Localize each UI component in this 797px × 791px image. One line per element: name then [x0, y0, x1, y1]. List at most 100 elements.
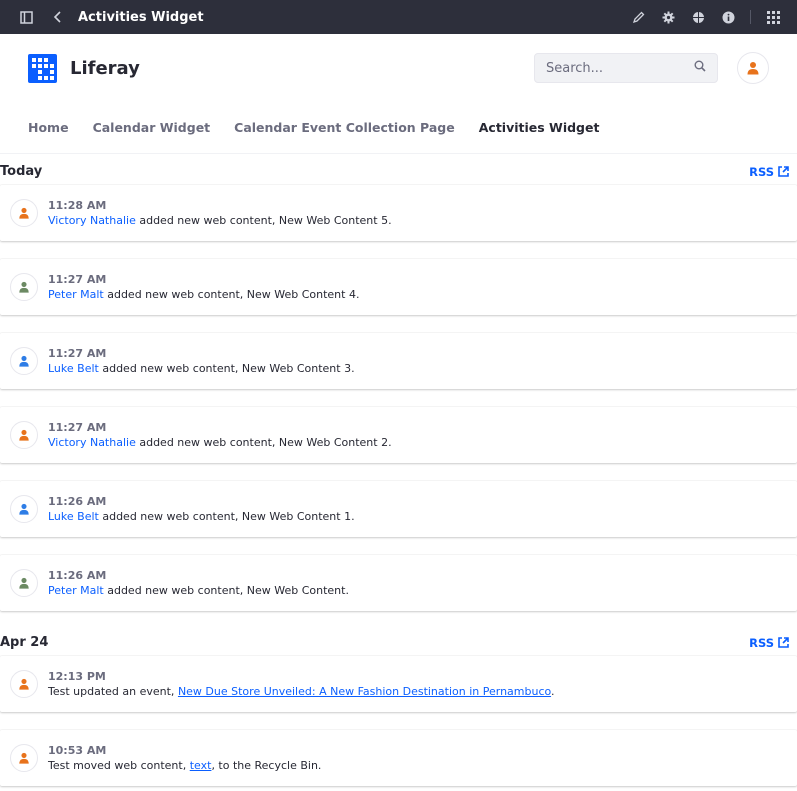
- activity-description: Luke Belt added new web content, New Web…: [48, 509, 355, 524]
- activity-time: 12:13 PM: [48, 670, 106, 683]
- nav-item-calendar-event-collection-page[interactable]: Calendar Event Collection Page: [234, 120, 455, 135]
- user-icon: [19, 355, 29, 367]
- activity-body: 11:26 AM Luke Belt added new web content,…: [48, 494, 355, 524]
- activity-time: 11:26 AM: [48, 495, 107, 508]
- activity-body: 11:27 AM Luke Belt added new web content,…: [48, 346, 355, 376]
- user-icon: [19, 281, 29, 293]
- user-icon: [19, 752, 29, 764]
- activities-feed: Today RSS 11:28 AM Victory Nathalie added…: [0, 154, 797, 786]
- section-header: Today RSS: [0, 158, 797, 185]
- activity-description: Test updated an event, New Due Store Unv…: [48, 684, 555, 699]
- section-header: Apr 24 RSS: [0, 629, 797, 656]
- info-icon[interactable]: [720, 9, 736, 25]
- search-icon[interactable]: [694, 60, 706, 76]
- activity-card: 11:27 AM Peter Malt added new web content…: [0, 259, 797, 315]
- activity-avatar[interactable]: [10, 199, 38, 227]
- rss-label: RSS: [749, 164, 774, 179]
- pencil-icon[interactable]: [630, 9, 646, 25]
- activity-user-link[interactable]: Victory Nathalie: [48, 214, 136, 227]
- back-chevron-icon[interactable]: [50, 9, 66, 25]
- activity-user-link[interactable]: Peter Malt: [48, 584, 104, 597]
- user-avatar[interactable]: [737, 52, 769, 84]
- rss-label: RSS: [749, 635, 774, 650]
- activity-description: Victory Nathalie added new web content, …: [48, 213, 392, 228]
- activity-card: 11:26 AM Peter Malt added new web content…: [0, 555, 797, 611]
- activity-asset-link[interactable]: text: [190, 759, 212, 772]
- activity-avatar[interactable]: [10, 744, 38, 772]
- activity-text: , to the Recycle Bin.: [211, 759, 322, 772]
- activity-text: added new web content, New Web Content 2…: [135, 436, 392, 449]
- rss-link[interactable]: RSS: [749, 636, 789, 650]
- activity-avatar[interactable]: [10, 273, 38, 301]
- activity-text: added new web content, New Web Content 5…: [135, 214, 392, 227]
- sidebar-toggle-icon[interactable]: [18, 9, 34, 25]
- user-icon: [19, 577, 29, 589]
- external-link-icon: [778, 637, 789, 648]
- activity-card: 11:28 AM Victory Nathalie added new web c…: [0, 185, 797, 241]
- activity-user-link[interactable]: Luke Belt: [48, 510, 99, 523]
- activity-section: Apr 24 RSS 12:13 PM Test updated an event…: [0, 629, 797, 786]
- activity-time: 11:27 AM: [48, 347, 107, 360]
- page-title: Activities Widget: [78, 9, 204, 25]
- activity-body: 11:28 AM Victory Nathalie added new web c…: [48, 198, 392, 228]
- user-icon: [19, 207, 29, 219]
- activity-avatar[interactable]: [10, 670, 38, 698]
- rss-link[interactable]: RSS: [749, 165, 789, 179]
- main-navigation: Home Calendar Widget Calendar Event Coll…: [0, 102, 797, 154]
- activity-time: 10:53 AM: [48, 744, 107, 757]
- activity-description: Peter Malt added new web content, New We…: [48, 287, 359, 302]
- activity-section: Today RSS 11:28 AM Victory Nathalie added…: [0, 158, 797, 611]
- activity-body: 11:27 AM Victory Nathalie added new web c…: [48, 420, 392, 450]
- activity-card: 11:26 AM Luke Belt added new web content,…: [0, 481, 797, 537]
- activity-body: 11:26 AM Peter Malt added new web content…: [48, 568, 349, 598]
- activity-time: 11:27 AM: [48, 273, 107, 286]
- activity-text: added new web content, New Web Content 4…: [103, 288, 360, 301]
- section-date: Today: [0, 164, 43, 179]
- activity-card: 11:27 AM Luke Belt added new web content,…: [0, 333, 797, 389]
- activity-avatar[interactable]: [10, 569, 38, 597]
- control-menu: Activities Widget: [0, 0, 797, 34]
- activity-avatar[interactable]: [10, 347, 38, 375]
- activity-asset-link[interactable]: New Due Store Unveiled: A New Fashion De…: [178, 685, 551, 698]
- user-icon: [747, 62, 759, 75]
- search-input[interactable]: Search...: [534, 53, 718, 83]
- user-icon: [19, 429, 29, 441]
- activity-user-link[interactable]: Luke Belt: [48, 362, 99, 375]
- activity-text: Test updated an event,: [48, 685, 178, 698]
- activity-text: Test moved web content,: [48, 759, 190, 772]
- activity-text: added new web content, New Web Content 1…: [98, 510, 355, 523]
- nav-item-calendar-widget[interactable]: Calendar Widget: [93, 120, 211, 135]
- gear-icon[interactable]: [660, 9, 676, 25]
- activity-card: 11:27 AM Victory Nathalie added new web c…: [0, 407, 797, 463]
- activity-time: 11:27 AM: [48, 421, 107, 434]
- simulation-icon[interactable]: [690, 9, 706, 25]
- activity-avatar[interactable]: [10, 421, 38, 449]
- activity-text: added new web content, New Web Content.: [103, 584, 349, 597]
- user-icon: [19, 678, 29, 690]
- activity-user-link[interactable]: Victory Nathalie: [48, 436, 136, 449]
- activity-body: 12:13 PM Test updated an event, New Due S…: [48, 669, 555, 699]
- activity-body: 10:53 AM Test moved web content, text, to…: [48, 743, 321, 773]
- section-date: Apr 24: [0, 635, 49, 650]
- activity-text: added new web content, New Web Content 3…: [98, 362, 355, 375]
- divider: [750, 10, 751, 24]
- liferay-logo-icon[interactable]: [28, 53, 57, 83]
- site-name[interactable]: Liferay: [70, 58, 140, 79]
- apps-grid-icon[interactable]: [765, 9, 781, 25]
- user-icon: [19, 503, 29, 515]
- activity-avatar[interactable]: [10, 495, 38, 523]
- activity-user-link[interactable]: Peter Malt: [48, 288, 104, 301]
- nav-item-home[interactable]: Home: [28, 120, 69, 135]
- activity-time: 11:26 AM: [48, 569, 107, 582]
- activity-text: .: [551, 685, 555, 698]
- activity-description: Victory Nathalie added new web content, …: [48, 435, 392, 450]
- search-placeholder: Search...: [546, 60, 604, 76]
- nav-item-activities-widget[interactable]: Activities Widget: [479, 120, 600, 135]
- activity-description: Peter Malt added new web content, New We…: [48, 583, 349, 598]
- activity-body: 11:27 AM Peter Malt added new web content…: [48, 272, 359, 302]
- activity-card: 12:13 PM Test updated an event, New Due S…: [0, 656, 797, 712]
- activity-card: 10:53 AM Test moved web content, text, to…: [0, 730, 797, 786]
- external-link-icon: [778, 166, 789, 177]
- activity-description: Luke Belt added new web content, New Web…: [48, 361, 355, 376]
- site-header: Liferay Search...: [0, 34, 797, 102]
